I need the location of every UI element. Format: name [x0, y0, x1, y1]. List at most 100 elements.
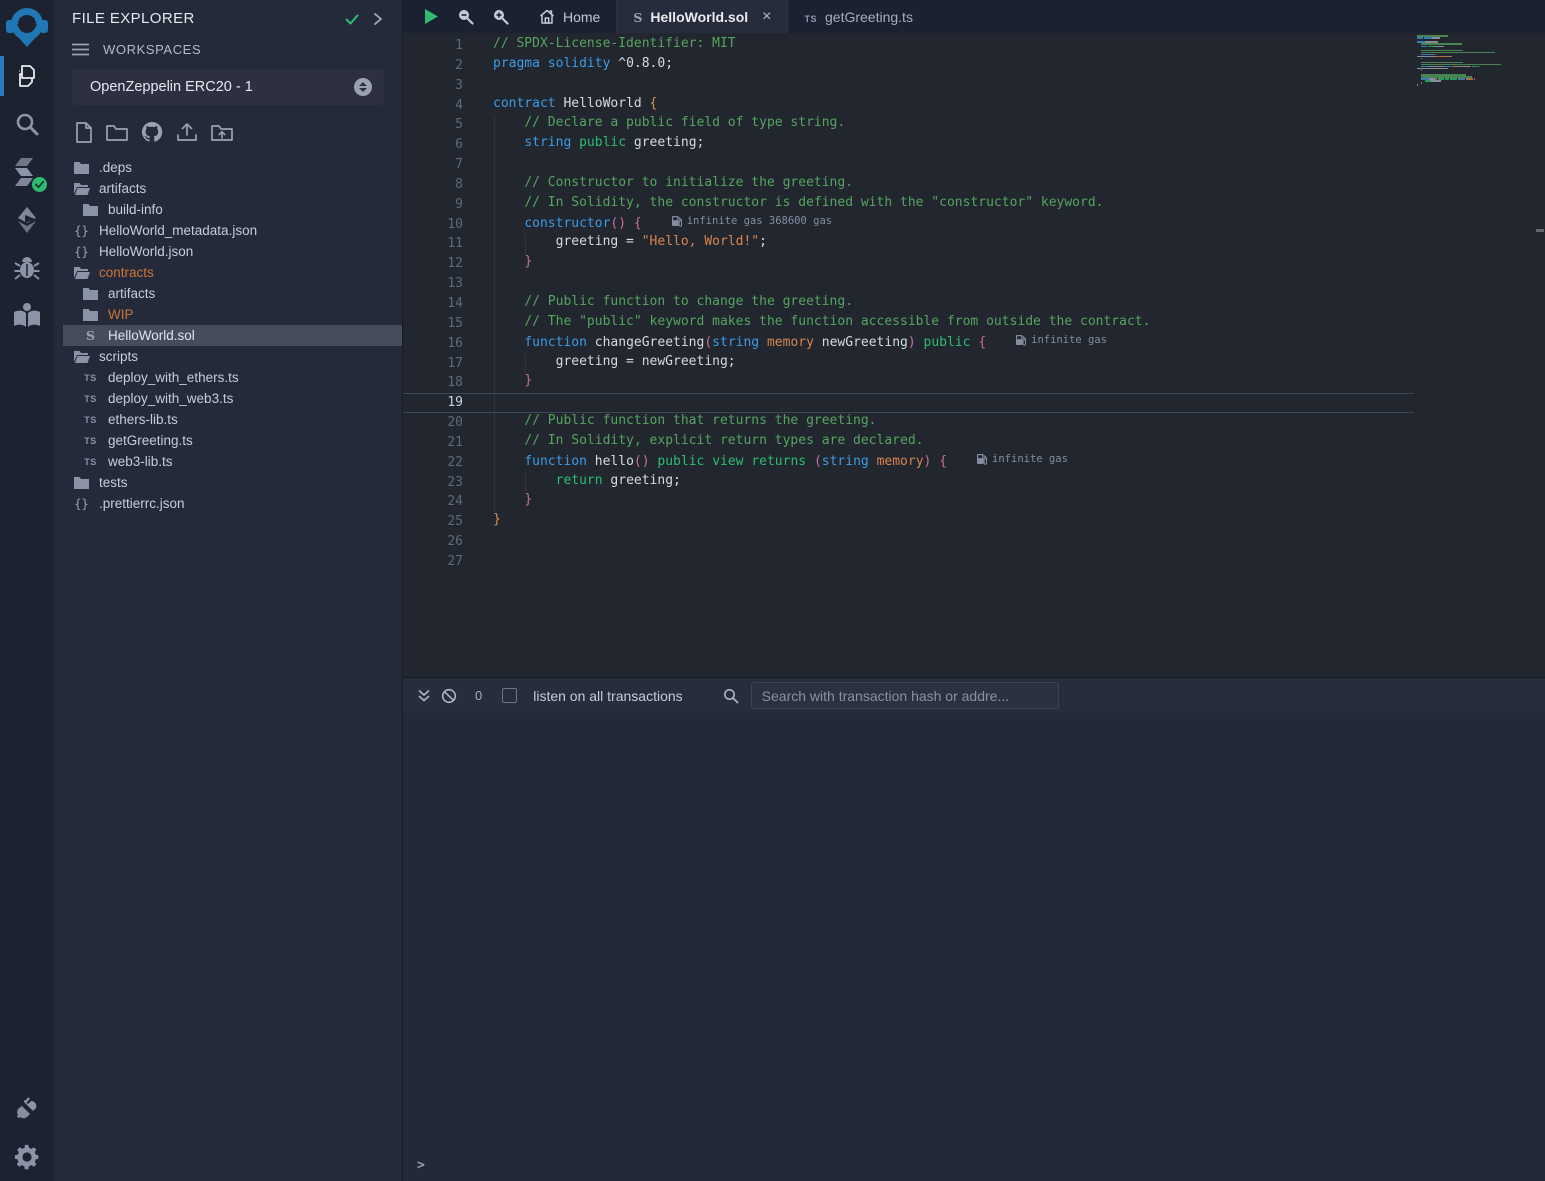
code-line-13[interactable]: [493, 274, 1514, 294]
tree-item-label: getGreeting.ts: [108, 433, 193, 448]
github-clone-icon[interactable]: [141, 121, 163, 143]
home-icon: [539, 9, 555, 24]
check-icon[interactable]: [344, 11, 360, 27]
code-line-23[interactable]: return greeting;: [493, 473, 1514, 493]
code-line-19[interactable]: [493, 393, 1514, 413]
tree-item-getgreeting-ts[interactable]: TSgetGreeting.ts: [53, 430, 402, 451]
new-folder-icon[interactable]: [106, 123, 128, 142]
tree-item-tests[interactable]: tests: [53, 472, 402, 493]
tree-item-helloworld-json[interactable]: {}HelloWorld.json: [53, 241, 402, 262]
folder-closed-icon: [74, 476, 89, 489]
code-line-15[interactable]: // The "public" keyword makes the functi…: [493, 314, 1514, 334]
code-line-8[interactable]: // Constructor to initialize the greetin…: [493, 175, 1514, 195]
terminal-toolbar: 0 listen on all transactions: [403, 677, 1545, 713]
listen-checkbox[interactable]: [502, 688, 517, 703]
indent-guide: [494, 413, 495, 433]
terminal-output[interactable]: >: [403, 713, 1545, 1181]
code-line-11[interactable]: greeting = "Hello, World!";: [493, 234, 1514, 254]
search-button[interactable]: [0, 100, 53, 148]
tree-item-contracts[interactable]: contracts: [53, 262, 402, 283]
editor-scrollbar[interactable]: [1535, 33, 1545, 677]
code-line-6[interactable]: string public greeting;: [493, 135, 1514, 155]
remix-logo-button[interactable]: [0, 2, 53, 52]
code-line-22[interactable]: function hello() public view returns (st…: [493, 453, 1514, 473]
tree-item-wip[interactable]: WIP: [53, 304, 402, 325]
zoom-out-icon[interactable]: [457, 8, 474, 25]
file-explorer-panel: FILE EXPLORER WORKSPACES OpenZeppelin ER…: [53, 0, 403, 1181]
indent-guide: [494, 115, 495, 135]
close-tab-icon[interactable]: ×: [762, 8, 771, 26]
tree-item-label: ethers-lib.ts: [108, 412, 178, 427]
settings-gear-button[interactable]: [0, 1133, 53, 1181]
code-line-9[interactable]: // In Solidity, the constructor is defin…: [493, 195, 1514, 215]
new-file-icon[interactable]: [74, 122, 93, 143]
zoom-in-icon[interactable]: [492, 8, 509, 25]
tree-item-artifacts[interactable]: artifacts: [53, 178, 402, 199]
indent-guide: [494, 393, 495, 413]
code-line-2[interactable]: pragma solidity ^0.8.0;: [493, 56, 1514, 76]
code-line-7[interactable]: [493, 155, 1514, 175]
clear-block-icon[interactable]: [441, 688, 457, 704]
plugin-manager-button[interactable]: [0, 1085, 53, 1133]
code-line-14[interactable]: // Public function to change the greetin…: [493, 294, 1514, 314]
code-line-26[interactable]: [493, 532, 1514, 552]
debugger-button[interactable]: [0, 244, 53, 292]
code-line-18[interactable]: }: [493, 373, 1514, 393]
code-line-1[interactable]: // SPDX-License-Identifier: MIT: [493, 36, 1514, 56]
tree-item-ethers-lib-ts[interactable]: TSethers-lib.ts: [53, 409, 402, 430]
gas-estimate-text: infinite gas: [992, 453, 1068, 465]
code-line-5[interactable]: // Declare a public field of type string…: [493, 115, 1514, 135]
terminal-search-input[interactable]: [751, 682, 1059, 709]
indent-guide: [494, 135, 495, 155]
tree-item-deploy-with-web3-ts[interactable]: TSdeploy_with_web3.ts: [53, 388, 402, 409]
settings-gear-icon: [14, 1144, 40, 1170]
tree-item--deps[interactable]: .deps: [53, 157, 402, 178]
workspace-select[interactable]: OpenZeppelin ERC20 - 1: [72, 69, 384, 105]
file-explorer-button[interactable]: [0, 52, 53, 100]
upload-folder-icon[interactable]: [211, 123, 233, 142]
code-line-20[interactable]: // Public function that returns the gree…: [493, 413, 1514, 433]
code-line-12[interactable]: }: [493, 254, 1514, 274]
tree-item-scripts[interactable]: scripts: [53, 346, 402, 367]
code-line-4[interactable]: contract HelloWorld {: [493, 96, 1514, 116]
tree-item-build-info[interactable]: build-info: [53, 199, 402, 220]
tree-item-deploy-with-ethers-ts[interactable]: TSdeploy_with_ethers.ts: [53, 367, 402, 388]
minimap[interactable]: [1417, 35, 1535, 675]
tab-home[interactable]: Home: [523, 0, 616, 33]
gas-estimate-hint: infinite gas: [977, 453, 1068, 465]
solidity-compiler-button[interactable]: [0, 148, 53, 196]
typescript-file-icon: TS: [84, 394, 97, 404]
transaction-count: 0: [475, 688, 482, 703]
code-line-17[interactable]: greeting = newGreeting;: [493, 354, 1514, 374]
line-number: 10: [403, 215, 493, 235]
tab-helloworld-sol[interactable]: SHelloWorld.sol×: [616, 0, 788, 33]
tab-getgreeting-ts[interactable]: TSgetGreeting.ts: [788, 0, 928, 33]
code-line-16[interactable]: function changeGreeting(string memory ne…: [493, 334, 1514, 354]
expand-chevrons-icon[interactable]: [417, 689, 431, 703]
tree-item-helloworld-metadata-json[interactable]: {}HelloWorld_metadata.json: [53, 220, 402, 241]
chevron-right-icon[interactable]: [372, 12, 384, 26]
code-line-27[interactable]: [493, 552, 1514, 572]
code-line-21[interactable]: // In Solidity, explicit return types ar…: [493, 433, 1514, 453]
code-editor[interactable]: 1234567891011121314151617181920212223242…: [403, 33, 1545, 677]
learneth-button[interactable]: [0, 292, 53, 340]
tree-item-artifacts[interactable]: artifacts: [53, 283, 402, 304]
tree-item-web3-lib-ts[interactable]: TSweb3-lib.ts: [53, 451, 402, 472]
typescript-file-icon: TS: [84, 373, 97, 383]
run-play-icon[interactable]: [424, 8, 439, 25]
code-line-3[interactable]: [493, 76, 1514, 96]
code-line-24[interactable]: }: [493, 492, 1514, 512]
workspaces-label: WORKSPACES: [103, 42, 201, 57]
code-line-25[interactable]: }: [493, 512, 1514, 532]
terminal-prompt[interactable]: >: [417, 1158, 425, 1173]
tree-item-helloworld-sol[interactable]: SHelloWorld.sol: [63, 325, 402, 346]
code-line-10[interactable]: constructor() {infinite gas 368600 gas: [493, 215, 1514, 235]
upload-file-icon[interactable]: [176, 122, 198, 142]
code-area[interactable]: // SPDX-License-Identifier: MITpragma so…: [493, 33, 1514, 677]
line-number: 26: [403, 532, 493, 552]
deploy-run-button[interactable]: [0, 196, 53, 244]
indent-guide: [494, 155, 495, 175]
hamburger-icon[interactable]: [72, 43, 89, 56]
tree-item--prettierrc-json[interactable]: {}.prettierrc.json: [53, 493, 402, 514]
indent-guide: [494, 334, 495, 354]
